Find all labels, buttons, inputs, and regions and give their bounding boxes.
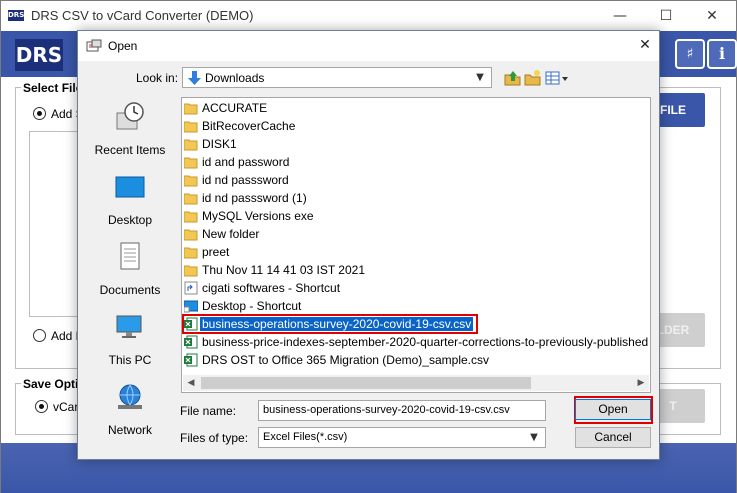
- main-title-bar: DRS DRS CSV to vCard Converter (DEMO) — …: [1, 1, 736, 31]
- file-name: DISK1: [202, 137, 237, 151]
- network-icon: [118, 384, 142, 409]
- place-label: Documents: [99, 283, 161, 297]
- folder-icon: [183, 227, 198, 241]
- file-list[interactable]: ACCURATE BitRecoverCache DISK1 id and passw…: [181, 97, 651, 393]
- look-in-label: Look in:: [136, 71, 179, 85]
- file-name-label: File name:: [180, 404, 237, 418]
- app-logo: DRS: [15, 39, 63, 71]
- folder-icon: [183, 119, 198, 133]
- horizontal-scrollbar[interactable]: ◀ ▶: [183, 375, 649, 391]
- desktop-icon: [115, 176, 145, 198]
- excel-file-icon: [184, 353, 198, 367]
- this-pc-icon: [116, 315, 142, 338]
- download-arrow-icon: [188, 71, 201, 85]
- file-name: ACCURATE: [202, 101, 268, 115]
- file-name: Desktop - Shortcut: [202, 299, 302, 313]
- maximize-button[interactable]: ☐: [643, 1, 689, 31]
- select-files-legend: Select File: [21, 81, 85, 95]
- file-name: id and password: [202, 155, 290, 169]
- file-name: DRS OST to Office 365 Migration (Demo)_s…: [202, 353, 489, 367]
- scroll-right-icon[interactable]: ▶: [633, 375, 649, 391]
- files-of-type-value: Excel Files(*.csv): [263, 431, 348, 443]
- up-folder-icon[interactable]: [504, 69, 522, 87]
- shortcut-icon: [183, 299, 199, 313]
- selected-file-highlight: [182, 314, 478, 334]
- folder-icon: [183, 209, 198, 223]
- look-in-value: Downloads: [205, 71, 265, 85]
- scroll-thumb[interactable]: [201, 377, 531, 389]
- file-name: BitRecoverCache: [202, 119, 296, 133]
- add-folder-radio[interactable]: [33, 329, 46, 342]
- documents-icon: [120, 242, 140, 270]
- chevron-down-icon: ▼: [476, 72, 484, 83]
- open-button[interactable]: Open: [575, 399, 651, 420]
- cancel-button[interactable]: Cancel: [575, 427, 651, 448]
- view-menu-icon[interactable]: [545, 69, 569, 87]
- place-this-pc[interactable]: This PC: [84, 303, 176, 373]
- open-dialog: Open ✕ Look in: Downloads ▼ Recent Items: [77, 30, 660, 460]
- chevron-down-icon: ▼: [530, 432, 538, 443]
- place-network[interactable]: Network: [84, 373, 176, 443]
- file-name: MySQL Versions exe: [202, 209, 314, 223]
- minimize-button[interactable]: —: [597, 1, 643, 31]
- dialog-close-icon[interactable]: ✕: [637, 37, 653, 53]
- folder-icon: [183, 263, 198, 277]
- file-name-field[interactable]: business-operations-survey-2020-covid-19…: [258, 400, 546, 421]
- main-window-title: DRS CSV to vCard Converter (DEMO): [31, 8, 254, 23]
- place-label: Recent Items: [94, 143, 166, 157]
- folder-icon: [183, 155, 198, 169]
- info-icon[interactable]: i: [707, 39, 737, 69]
- file-name: id nd passsword (1): [202, 191, 307, 205]
- place-recent-items[interactable]: Recent Items: [84, 93, 176, 163]
- place-desktop[interactable]: Desktop: [84, 163, 176, 233]
- excel-file-icon: [184, 335, 198, 349]
- places-bar: Recent Items Desktop Documents This PC N…: [84, 93, 176, 438]
- shortcut-icon: [184, 281, 198, 295]
- java-cup-icon: [86, 39, 102, 52]
- new-folder-icon[interactable]: [524, 69, 542, 87]
- file-name: id nd passsword: [202, 173, 289, 187]
- scroll-left-icon[interactable]: ◀: [183, 375, 199, 391]
- file-name: Thu Nov 11 14 41 03 IST 2021: [202, 263, 366, 277]
- folder-icon: [183, 191, 198, 205]
- files-of-type-label: Files of type:: [180, 431, 249, 445]
- place-label: This PC: [108, 353, 152, 367]
- file-name: business-price-indexes-september-2020-qu…: [202, 335, 649, 349]
- place-label: Network: [107, 423, 152, 437]
- look-in-combo[interactable]: Downloads ▼: [182, 67, 492, 88]
- close-button[interactable]: ✕: [689, 1, 735, 31]
- file-name: New folder: [202, 227, 260, 241]
- files-of-type-combo[interactable]: Excel Files(*.csv) ▼: [258, 427, 546, 448]
- recent-items-icon: [116, 102, 144, 130]
- registration-icon[interactable]: ♯: [675, 39, 705, 69]
- folder-icon: [183, 101, 198, 115]
- vcard-radio[interactable]: [35, 400, 48, 413]
- folder-icon: [183, 137, 198, 151]
- folder-icon: [183, 245, 198, 259]
- dialog-title-bar: Open ✕: [78, 31, 659, 61]
- add-files-radio[interactable]: [33, 107, 46, 120]
- dialog-title: Open: [108, 39, 138, 53]
- place-documents[interactable]: Documents: [84, 233, 176, 303]
- folder-icon: [183, 173, 198, 187]
- app-icon: DRS: [8, 10, 25, 21]
- file-name: preet: [202, 245, 230, 259]
- file-name: cigati softwares - Shortcut: [202, 281, 341, 295]
- place-label: Desktop: [107, 213, 153, 227]
